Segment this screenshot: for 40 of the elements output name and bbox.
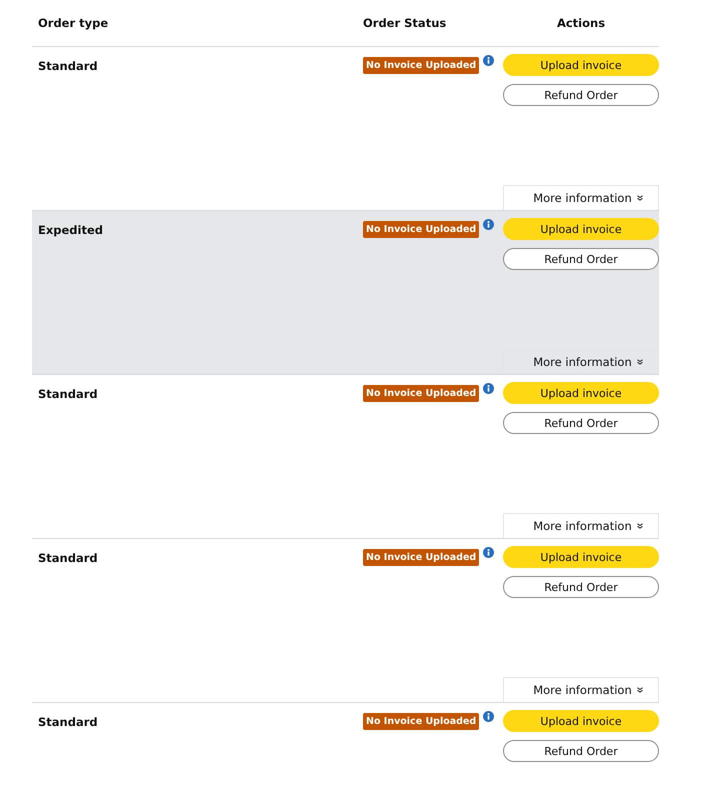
status-badge: No Invoice Uploaded [363,221,480,238]
column-header: Order Status [363,16,448,30]
info-icon[interactable] [483,55,494,66]
more-information-button[interactable]: More information [503,677,659,702]
status-badge: No Invoice Uploaded [363,385,480,402]
order-row[interactable]: Standard No Invoice Uploaded Upload invoice Refund Order More information [32,47,659,211]
column-header: Order type [37,16,110,30]
info-icon[interactable] [483,547,494,558]
refund-order-button[interactable]: Refund Order [503,740,659,762]
upload-invoice-button[interactable]: Upload invoice [503,546,659,568]
refund-order-button[interactable]: Refund Order [503,248,659,270]
info-icon[interactable] [483,383,494,394]
chevron-down-icon [636,359,643,365]
upload-invoice-button[interactable]: Upload invoice [503,218,659,240]
chevron-down-icon [636,687,643,693]
more-information-button[interactable]: More information [503,185,659,210]
info-icon[interactable] [483,219,494,230]
order-row[interactable]: Standard No Invoice Uploaded Upload invoice Refund Order [32,703,659,782]
more-information-button[interactable]: More information [503,513,659,538]
order-type: Standard [38,59,98,73]
chevron-down-icon [636,195,643,201]
status-badge: No Invoice Uploaded [363,549,480,566]
order-row[interactable]: Expedited No Invoice Uploaded Upload invoice Refund Order More information [32,210,659,375]
chevron-down-icon [636,523,643,529]
refund-order-button[interactable]: Refund Order [503,412,659,434]
order-type: Standard [38,387,98,401]
status-badge: No Invoice Uploaded [363,713,480,730]
status-badge: No Invoice Uploaded [363,57,480,74]
upload-invoice-button[interactable]: Upload invoice [503,710,659,732]
order-type: Standard [38,715,98,729]
order-row[interactable]: Standard No Invoice Uploaded Upload invoice Refund Order More information [32,375,659,539]
column-header: Actions [556,16,606,30]
refund-order-button[interactable]: Refund Order [503,84,659,106]
info-icon[interactable] [483,711,494,722]
refund-order-button[interactable]: Refund Order [503,576,659,598]
upload-invoice-button[interactable]: Upload invoice [503,382,659,404]
order-type: Expedited [38,223,104,237]
order-row[interactable]: Standard No Invoice Uploaded Upload invoice Refund Order More information [32,539,659,703]
upload-invoice-button[interactable]: Upload invoice [503,54,659,76]
order-type: Standard [38,551,98,565]
